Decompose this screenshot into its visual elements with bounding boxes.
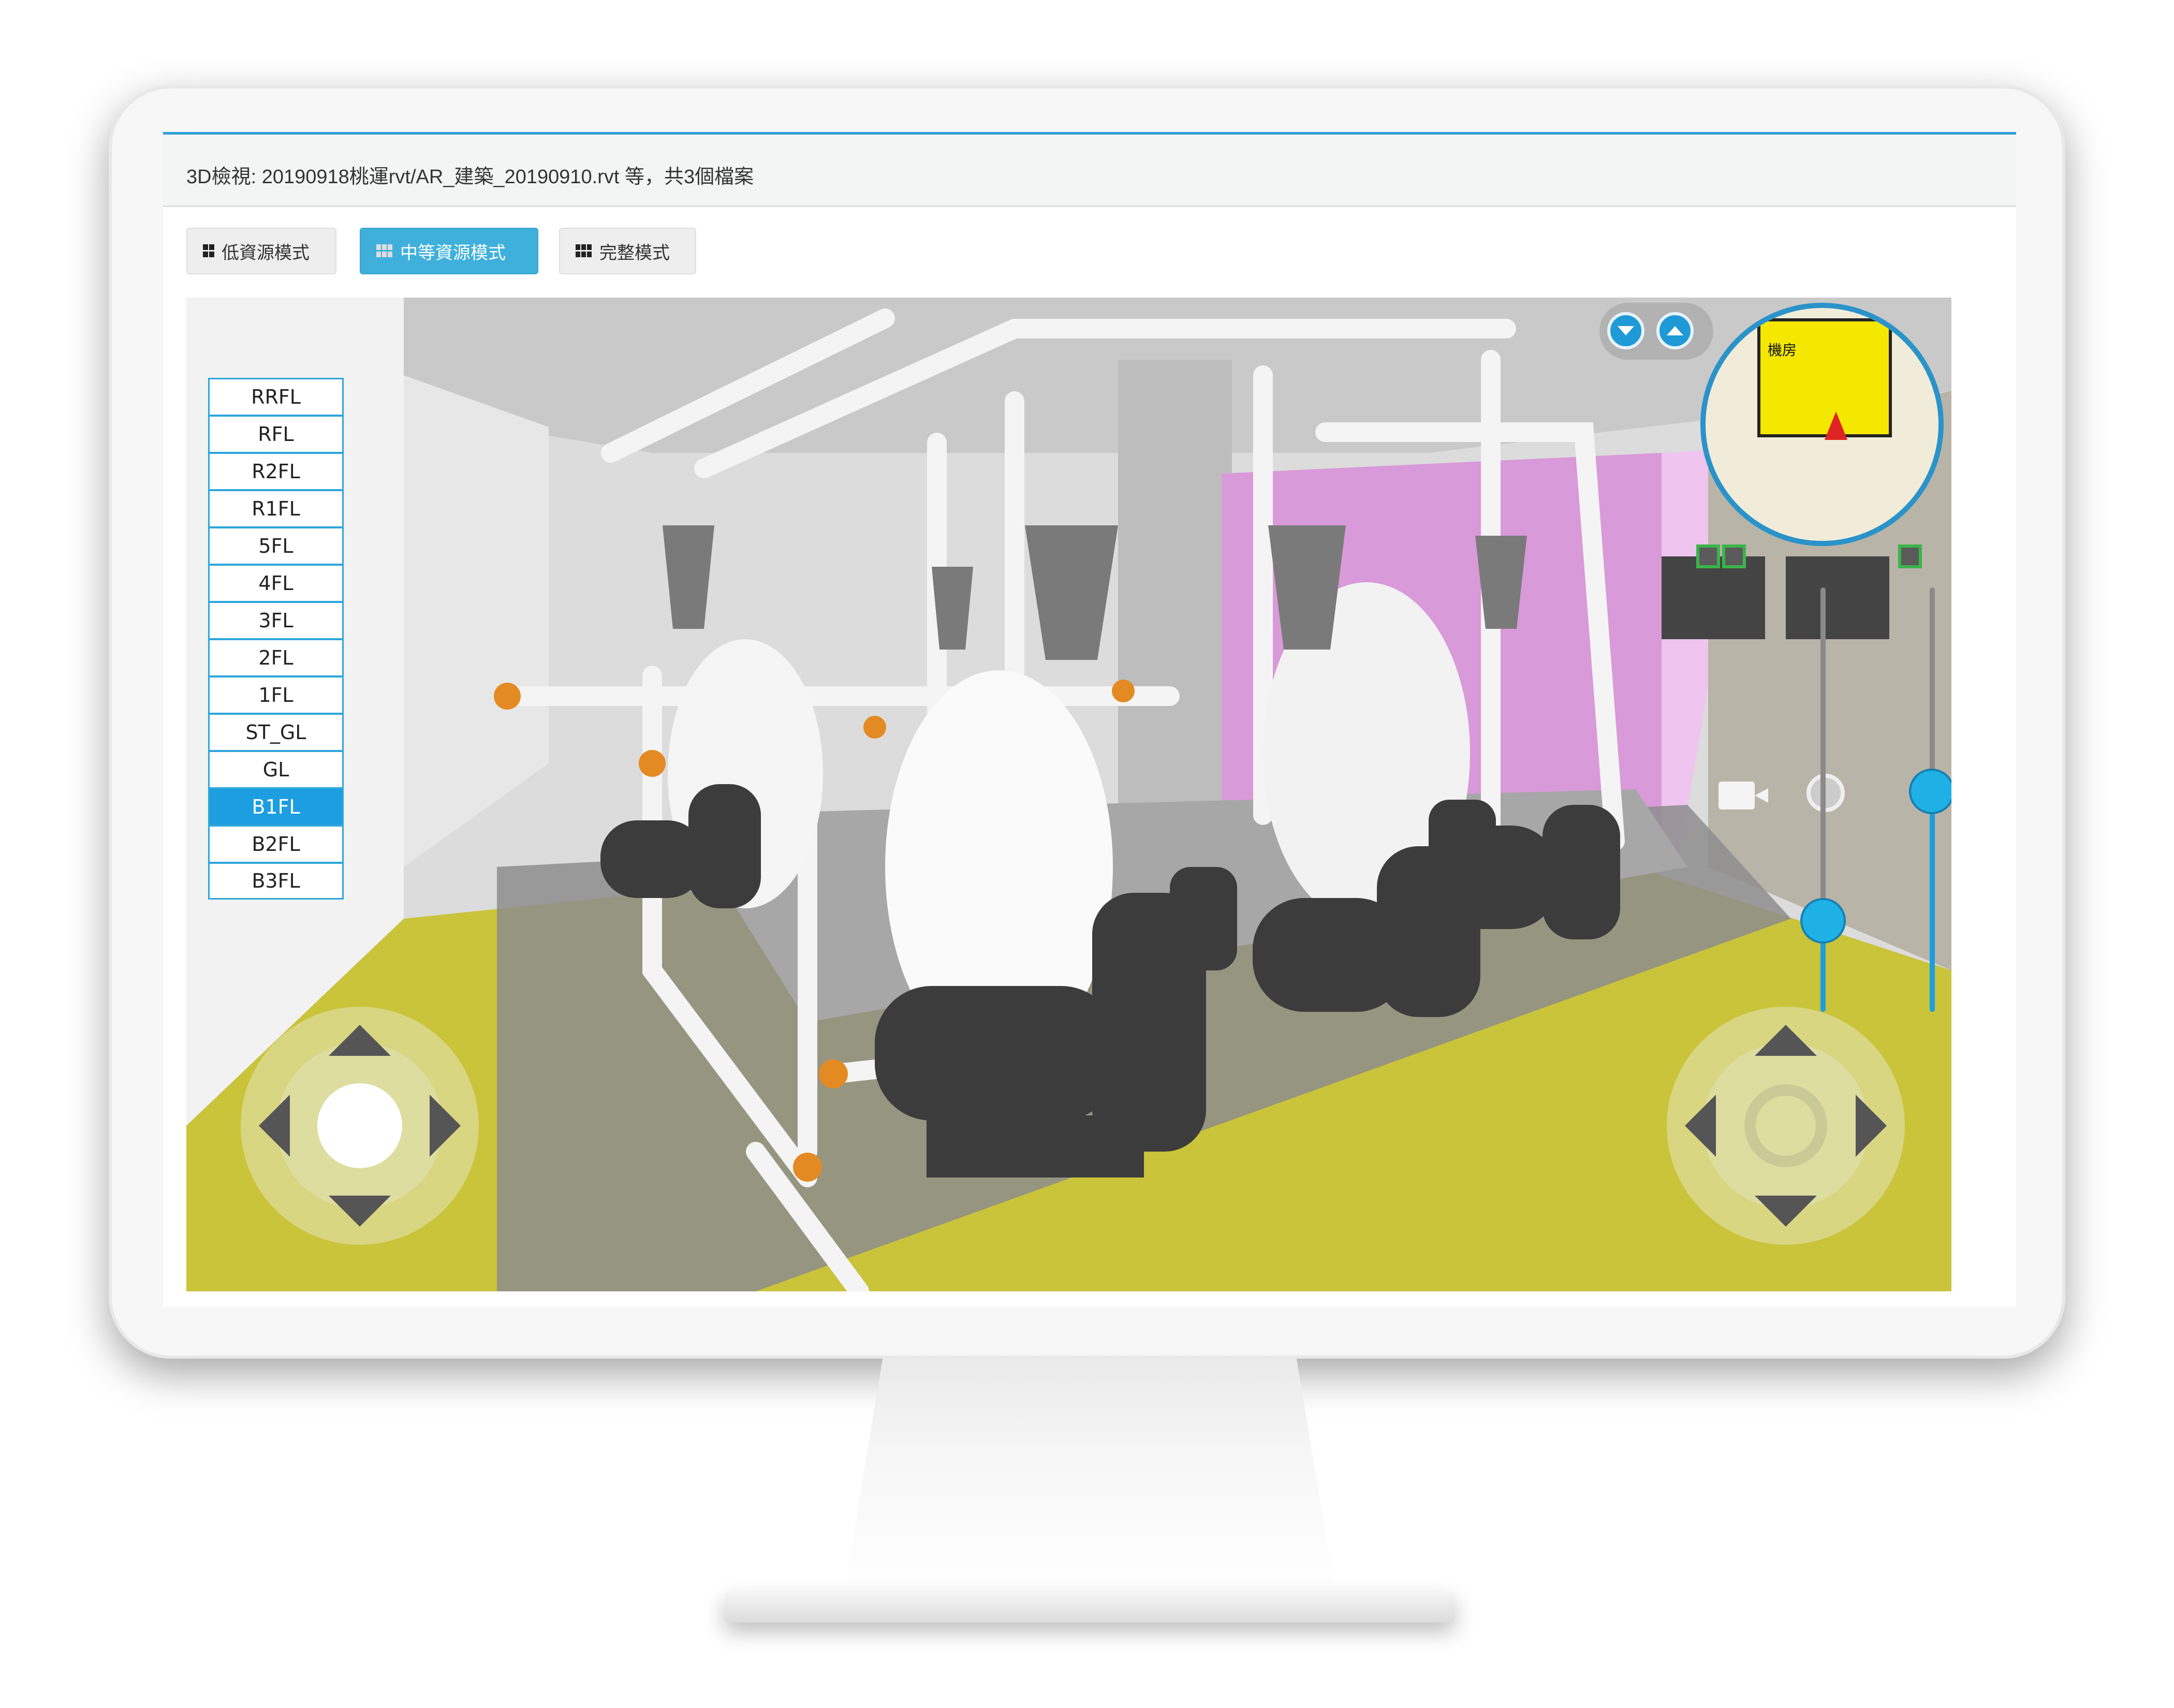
look-up-arrow-icon[interactable] — [1755, 1025, 1817, 1056]
eye-icon — [1744, 1084, 1827, 1167]
move-joystick-knob[interactable] — [317, 1083, 402, 1168]
video-camera-icon[interactable] — [1718, 782, 1755, 809]
minimap-room-label: 機房 — [1768, 342, 1797, 358]
position-marker-icon — [1825, 411, 1847, 440]
floor-item-b1fl[interactable]: B1FL — [208, 788, 344, 825]
move-down-arrow-icon[interactable] — [329, 1196, 391, 1227]
view-down-button[interactable] — [1607, 312, 1644, 349]
move-joystick[interactable] — [241, 1007, 479, 1245]
low-resource-mode-button[interactable]: 低資源模式 — [186, 228, 336, 274]
3d-viewport[interactable]: RRFL RFL R2FL R1FL 5FL 4FL 3FL 2FL 1FL S… — [186, 298, 1951, 1291]
mode-label: 完整模式 — [599, 243, 670, 263]
grid-6-icon — [576, 244, 592, 258]
page-title: 3D檢視: 20190918桃運rvt/AR_建築_20190910.rvt 等… — [186, 166, 754, 188]
look-down-arrow-icon[interactable] — [1755, 1196, 1817, 1227]
floor-item-rrfl[interactable]: RRFL — [208, 378, 344, 415]
monitor-base — [725, 1592, 1455, 1623]
floor-list: RRFL RFL R2FL R1FL 5FL 4FL 3FL 2FL 1FL S… — [208, 378, 344, 900]
video-camera-lens-icon — [1755, 788, 1768, 803]
full-mode-button[interactable]: 完整模式 — [559, 228, 696, 274]
medium-resource-mode-button[interactable]: 中等資源模式 — [360, 228, 538, 274]
camera-slider-knob[interactable] — [1800, 898, 1846, 944]
floor-item-3fl[interactable]: 3FL — [208, 601, 344, 639]
floor-item-r2fl[interactable]: R2FL — [208, 452, 344, 490]
grid-6-icon — [376, 244, 393, 258]
floor-item-1fl[interactable]: 1FL — [208, 676, 344, 713]
floor-item-b2fl[interactable]: B2FL — [208, 825, 344, 862]
chevron-down-icon — [1618, 326, 1634, 335]
title-bar: 3D檢視: 20190918桃運rvt/AR_建築_20190910.rvt 等… — [163, 135, 2016, 207]
floor-item-4fl[interactable]: 4FL — [208, 564, 344, 601]
app-screen: 3D檢視: 20190918桃運rvt/AR_建築_20190910.rvt 等… — [163, 132, 2016, 1307]
grid-4-icon — [203, 244, 214, 258]
floor-item-rfl[interactable]: RFL — [208, 415, 344, 452]
view-up-button[interactable] — [1656, 312, 1694, 349]
move-left-arrow-icon[interactable] — [259, 1095, 290, 1157]
look-left-arrow-icon[interactable] — [1685, 1095, 1716, 1157]
monitor-stand — [844, 1356, 1335, 1594]
zoom-slider-fill — [1930, 789, 1935, 1012]
floor-item-5fl[interactable]: 5FL — [208, 527, 344, 564]
mode-label: 低資源模式 — [222, 243, 310, 263]
floor-item-gl[interactable]: GL — [208, 750, 344, 788]
move-up-arrow-icon[interactable] — [329, 1025, 391, 1056]
zoom-magnifier-icon[interactable] — [1806, 774, 1845, 812]
look-right-arrow-icon[interactable] — [1856, 1095, 1887, 1157]
mode-label: 中等資源模式 — [400, 243, 506, 263]
floor-item-st-gl[interactable]: ST_GL — [208, 713, 344, 750]
chevron-up-icon — [1667, 326, 1683, 335]
look-joystick[interactable] — [1667, 1007, 1905, 1245]
minimap[interactable]: 機房 — [1700, 303, 1944, 546]
floor-item-r1fl[interactable]: R1FL — [208, 490, 344, 527]
floor-item-b3fl[interactable]: B3FL — [208, 862, 344, 900]
floor-item-2fl[interactable]: 2FL — [208, 639, 344, 676]
zoom-slider-knob[interactable] — [1909, 769, 1951, 814]
move-right-arrow-icon[interactable] — [430, 1095, 461, 1157]
